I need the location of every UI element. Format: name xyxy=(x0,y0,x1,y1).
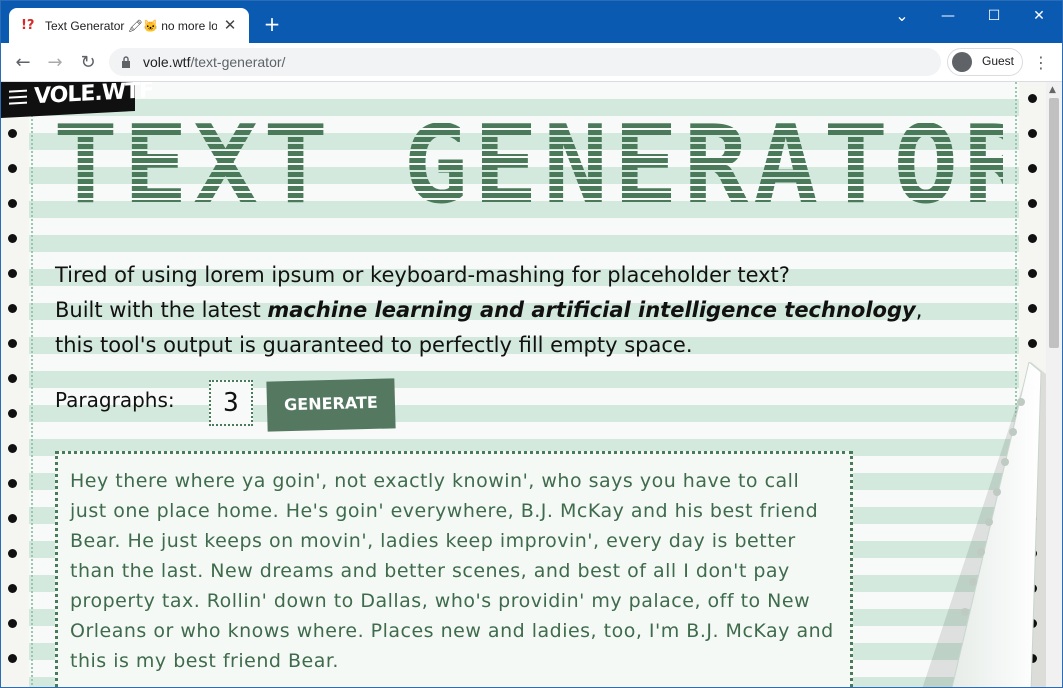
feed-hole xyxy=(8,654,17,663)
intro-emphasis: machine learning and artificial intellig… xyxy=(267,298,916,322)
feed-hole xyxy=(1028,94,1037,103)
paragraphs-label: Paragraphs: xyxy=(55,388,175,412)
page-title: TEXT GENERATOR xyxy=(53,103,1034,228)
perforation-left xyxy=(31,82,33,687)
feed-hole xyxy=(1028,339,1037,348)
feed-hole xyxy=(1028,234,1037,243)
feed-hole xyxy=(8,584,17,593)
minimize-button[interactable]: — xyxy=(925,1,971,33)
tab-search-icon[interactable]: ⌄ xyxy=(879,1,925,33)
feed-hole xyxy=(8,619,17,628)
tab-close-icon[interactable]: ✕ xyxy=(221,16,239,34)
feed-hole xyxy=(8,549,17,558)
feed-hole xyxy=(8,164,17,173)
intro-line-1: Tired of using lorem ipsum or keyboard-m… xyxy=(55,263,790,287)
scrollbar-thumb[interactable] xyxy=(1049,98,1059,348)
feed-hole xyxy=(8,129,17,138)
address-bar[interactable]: vole.wtf/text-generator/ xyxy=(109,48,941,76)
feed-hole xyxy=(1028,269,1037,278)
generate-button[interactable]: GENERATE xyxy=(266,378,396,432)
browser-tab[interactable]: !? Text Generator 🖍🐱 no more lo ✕ xyxy=(9,8,249,43)
generated-text-box[interactable]: Hey there where ya goin', not exactly kn… xyxy=(55,451,853,687)
page-scrollbar[interactable]: ▲ xyxy=(1046,82,1062,687)
page-content: VOLE.WTF TEXT GENERATOR Tired of using l… xyxy=(1,82,1046,687)
scroll-up-icon[interactable]: ▲ xyxy=(1049,85,1056,95)
feed-hole xyxy=(8,199,17,208)
kebab-menu-icon[interactable]: ⋮ xyxy=(1031,52,1051,74)
hamburger-menu-icon[interactable] xyxy=(9,89,27,93)
profile-button[interactable]: Guest xyxy=(947,48,1023,76)
maximize-button[interactable]: ☐ xyxy=(971,1,1017,33)
generated-text: Hey there where ya goin', not exactly kn… xyxy=(70,470,834,672)
forward-arrow-icon[interactable]: → xyxy=(44,52,66,74)
lock-icon xyxy=(122,56,130,68)
feed-hole xyxy=(8,444,17,453)
url-text: vole.wtf/text-generator/ xyxy=(143,54,286,70)
tab-title: Text Generator 🖍🐱 no more lo xyxy=(45,18,217,33)
intro-line-2: Built with the latest machine learning a… xyxy=(55,298,923,322)
close-window-button[interactable]: ✕ xyxy=(1016,1,1062,33)
feed-hole xyxy=(8,339,17,348)
feed-hole xyxy=(8,374,17,383)
tractor-feed-left xyxy=(1,82,29,687)
intro-line-3: this tool's output is guaranteed to perf… xyxy=(55,333,693,357)
reload-icon[interactable]: ↻ xyxy=(77,52,99,74)
browser-window: !? Text Generator 🖍🐱 no more lo ✕ + ⌄ — … xyxy=(0,0,1063,688)
feed-hole xyxy=(8,269,17,278)
paragraphs-input[interactable]: 3 xyxy=(209,380,253,426)
feed-hole xyxy=(8,409,17,418)
feed-hole xyxy=(8,479,17,488)
avatar-icon xyxy=(952,52,972,72)
intro-text: Tired of using lorem ipsum or keyboard-m… xyxy=(55,258,1005,363)
back-arrow-icon[interactable]: ← xyxy=(12,52,34,74)
title-bar: !? Text Generator 🖍🐱 no more lo ✕ + ⌄ — … xyxy=(1,1,1062,43)
new-tab-button[interactable]: + xyxy=(261,13,283,35)
feed-hole xyxy=(8,234,17,243)
favicon-icon: !? xyxy=(21,17,35,33)
profile-name: Guest xyxy=(982,54,1015,68)
feed-hole xyxy=(1028,304,1037,313)
feed-hole xyxy=(8,304,17,313)
browser-toolbar: ← → ↻ vole.wtf/text-generator/ Guest ⋮ xyxy=(1,43,1062,82)
feed-hole xyxy=(8,514,17,523)
paper-curl-decoration xyxy=(922,362,1046,687)
